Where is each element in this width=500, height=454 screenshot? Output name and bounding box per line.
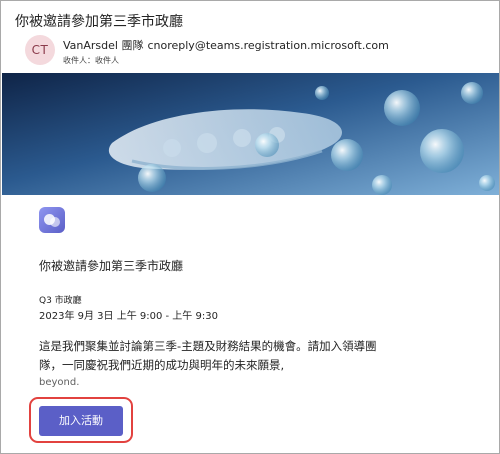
event-name: Q3 市政廳 [39, 296, 82, 306]
sender-name[interactable]: VanArsdel 團隊 [63, 39, 143, 52]
sender-line: VanArsdel 團隊 cnoreply@teams.registration.… [63, 37, 389, 53]
sender-avatar[interactable]: CT [25, 35, 55, 65]
join-event-button[interactable]: 加入活動 [39, 406, 123, 436]
email-subject: 你被邀請參加第三季市政廳 [15, 14, 183, 30]
email-body: 你被邀請參加第三季市政廳 Q3 市政廳 2023年 9月 3日 上午 9:00 … [1, 195, 499, 453]
event-description-more: beyond. [39, 377, 80, 388]
event-banner-image [2, 73, 499, 195]
event-description-text: 這是我們聚集並討論第三季-主題及財務結果的機會。請加入領導團隊，一同慶祝我們近期… [39, 339, 377, 372]
email-window: 你被邀請參加第三季市政廳 CT VanArsdel 團隊 cnoreply@tea… [0, 0, 500, 454]
event-description: 這是我們聚集並討論第三季-主題及財務結果的機會。請加入領導團隊，一同慶祝我們近期… [39, 337, 384, 391]
banner-artwork [2, 73, 499, 195]
event-datetime: 2023年 9月 3日 上午 9:00 - 上午 9:30 [39, 311, 218, 322]
recipient-line: 收件人：收件人 [63, 56, 119, 65]
event-title: 你被邀請參加第三季市政廳 [39, 259, 184, 273]
teams-events-icon [39, 207, 65, 233]
sender-address: cnoreply@teams.registration.microsoft.co… [147, 39, 389, 52]
